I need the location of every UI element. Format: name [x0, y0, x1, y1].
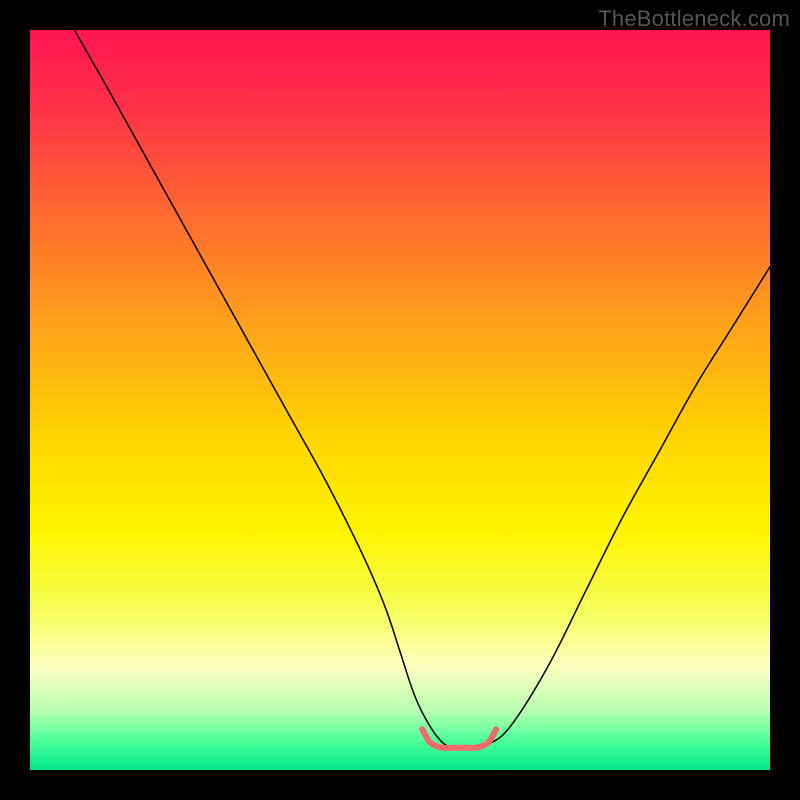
chart-frame: TheBottleneck.com	[0, 0, 800, 800]
watermark-text: TheBottleneck.com	[598, 6, 790, 32]
plot-area	[30, 30, 770, 770]
gradient-background	[30, 30, 770, 770]
chart-svg	[30, 30, 770, 770]
